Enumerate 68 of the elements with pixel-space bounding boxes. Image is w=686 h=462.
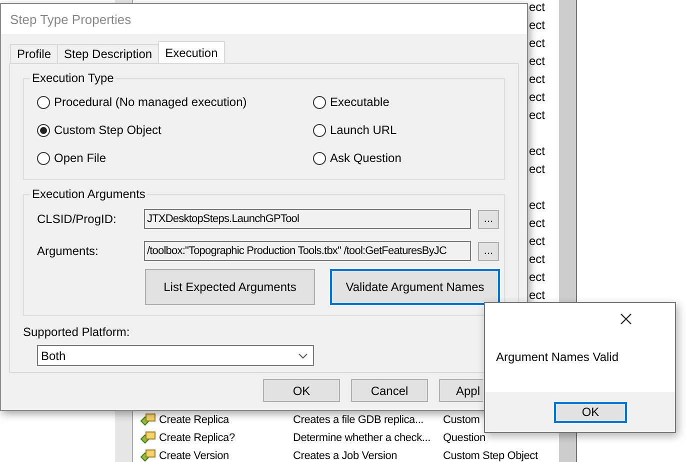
field-label: Arguments: bbox=[37, 244, 100, 258]
radio-option[interactable]: Custom Step Object bbox=[37, 116, 313, 144]
radio-label: Open File bbox=[54, 151, 106, 165]
radio-button[interactable] bbox=[313, 124, 326, 136]
radio-label: Custom Step Object bbox=[54, 123, 162, 137]
input-field[interactable]: JTXDesktopSteps.LaunchGPTool bbox=[144, 209, 471, 229]
radio-label: Ask Question bbox=[330, 151, 402, 165]
step-description: Determine whether a check... bbox=[293, 432, 432, 444]
action-button[interactable]: List Expected Arguments bbox=[145, 269, 315, 305]
radio-button[interactable] bbox=[313, 96, 326, 108]
step-type-text: ect bbox=[529, 144, 546, 158]
step-name: Create Replica bbox=[159, 414, 230, 426]
tab[interactable]: Profile bbox=[10, 44, 58, 63]
close-icon[interactable] bbox=[620, 313, 632, 325]
step-type-text: Custom bbox=[443, 414, 480, 426]
step-type-text: ect bbox=[529, 72, 546, 86]
action-button[interactable]: Validate Argument Names bbox=[330, 269, 500, 305]
step-type-text: Custom Step Object bbox=[443, 450, 538, 462]
step-type-text: ect bbox=[529, 198, 546, 212]
radio-option[interactable]: Executable bbox=[313, 88, 493, 116]
tab[interactable]: Execution bbox=[158, 41, 225, 63]
step-description: Creates a file GDB replica... bbox=[293, 414, 425, 426]
dialog-button[interactable]: OK bbox=[263, 379, 340, 402]
step-type-text: ect bbox=[529, 252, 546, 266]
step-type-text: ect bbox=[529, 36, 546, 50]
browse-button[interactable]: ... bbox=[478, 210, 499, 228]
step-description: Creates a Job Version bbox=[293, 450, 398, 462]
radio-button[interactable] bbox=[37, 124, 50, 136]
step-type-text: ect bbox=[529, 54, 546, 68]
radio-button[interactable] bbox=[37, 96, 50, 108]
radio-button[interactable] bbox=[37, 152, 50, 164]
input-field[interactable]: /toolbox:"Topographic Production Tools.tbx" /tool:GetFeaturesByJC bbox=[144, 241, 471, 261]
step-type-text: ect bbox=[529, 216, 546, 230]
radio-option[interactable]: Open File bbox=[37, 144, 313, 172]
radio-label: Executable bbox=[330, 95, 390, 109]
step-type-text: ect bbox=[529, 234, 546, 248]
step-name: Create Replica? bbox=[159, 432, 236, 444]
window-title: Step Type Properties bbox=[10, 12, 132, 26]
step-type-text: ect bbox=[529, 270, 546, 284]
step-icon bbox=[140, 449, 156, 462]
radio-option[interactable]: Launch URL bbox=[313, 116, 493, 144]
radio-option[interactable]: Ask Question bbox=[313, 144, 493, 172]
chevron-down-icon bbox=[298, 352, 308, 358]
dialog-button[interactable]: Cancel bbox=[351, 379, 428, 402]
step-icon bbox=[140, 431, 156, 445]
step-type-text: ect bbox=[529, 0, 546, 14]
step-type-text: ect bbox=[529, 162, 546, 176]
step-type-text: Question bbox=[443, 432, 486, 444]
field-label: Supported Platform: bbox=[23, 325, 131, 339]
step-name: Create Version bbox=[159, 450, 230, 462]
group-label: Execution Type bbox=[30, 71, 116, 85]
field-label: CLSID/ProgID: bbox=[37, 212, 118, 226]
group-label: Execution Arguments bbox=[30, 187, 148, 201]
browse-button[interactable]: ... bbox=[478, 242, 499, 260]
platform-dropdown[interactable]: Both bbox=[37, 345, 314, 366]
step-type-text: ect bbox=[529, 18, 546, 32]
radio-label: Procedural (No managed execution) bbox=[54, 95, 247, 109]
step-type-text: ect bbox=[529, 108, 546, 122]
message-text: Argument Names Valid bbox=[496, 350, 618, 364]
radio-label: Launch URL bbox=[330, 123, 397, 137]
tab[interactable]: Step Description bbox=[57, 44, 160, 63]
step-type-text: ect bbox=[529, 90, 546, 104]
dialog-button[interactable]: Appl bbox=[439, 379, 483, 402]
ok-button[interactable]: OK bbox=[554, 402, 627, 422]
radio-button[interactable] bbox=[313, 152, 326, 164]
step-icon bbox=[140, 413, 156, 427]
step-type-text: ect bbox=[529, 288, 546, 302]
radio-option[interactable]: Procedural (No managed execution) bbox=[37, 88, 313, 116]
